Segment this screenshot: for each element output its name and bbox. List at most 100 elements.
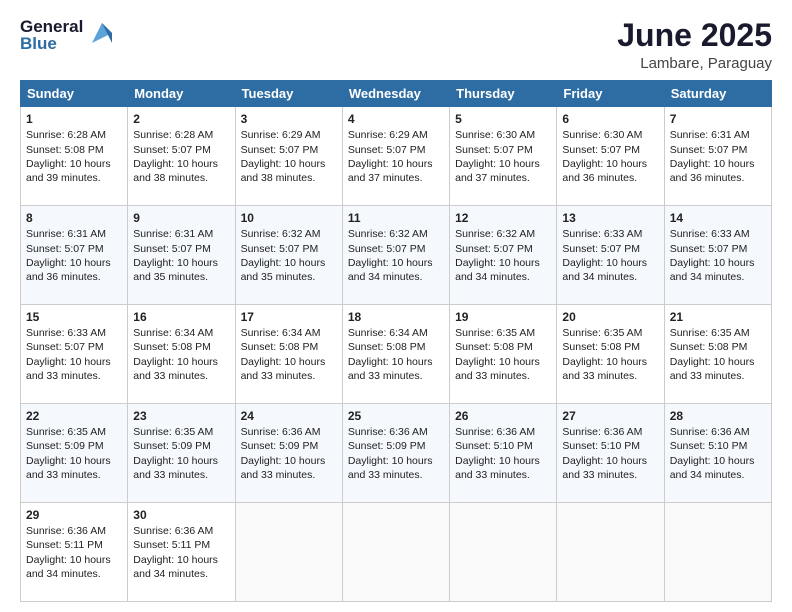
table-row: 29Sunrise: 6:36 AMSunset: 5:11 PMDayligh… bbox=[21, 503, 128, 602]
day-info: Daylight: 10 hours bbox=[133, 356, 218, 368]
day-number: 18 bbox=[348, 309, 444, 325]
day-number: 15 bbox=[26, 309, 122, 325]
day-info: and 34 minutes. bbox=[26, 568, 101, 580]
day-info: Daylight: 10 hours bbox=[562, 257, 647, 269]
day-info: Sunrise: 6:32 AM bbox=[241, 228, 321, 240]
day-info: Daylight: 10 hours bbox=[133, 257, 218, 269]
day-info: Sunrise: 6:33 AM bbox=[670, 228, 750, 240]
calendar-week-row: 8Sunrise: 6:31 AMSunset: 5:07 PMDaylight… bbox=[21, 206, 772, 305]
day-info: Sunset: 5:08 PM bbox=[670, 341, 748, 353]
day-info: Sunrise: 6:35 AM bbox=[670, 327, 750, 339]
day-info: Sunset: 5:07 PM bbox=[670, 144, 748, 156]
day-info: Daylight: 10 hours bbox=[670, 257, 755, 269]
day-info: Sunrise: 6:33 AM bbox=[26, 327, 106, 339]
col-thursday: Thursday bbox=[450, 81, 557, 107]
table-row: 21Sunrise: 6:35 AMSunset: 5:08 PMDayligh… bbox=[664, 305, 771, 404]
day-info: Sunrise: 6:36 AM bbox=[670, 426, 750, 438]
day-number: 13 bbox=[562, 210, 658, 226]
day-info: Daylight: 10 hours bbox=[241, 158, 326, 170]
day-info: Sunrise: 6:35 AM bbox=[26, 426, 106, 438]
day-number: 8 bbox=[26, 210, 122, 226]
table-row: 16Sunrise: 6:34 AMSunset: 5:08 PMDayligh… bbox=[128, 305, 235, 404]
calendar-body: 1Sunrise: 6:28 AMSunset: 5:08 PMDaylight… bbox=[21, 107, 772, 602]
day-info: Daylight: 10 hours bbox=[562, 158, 647, 170]
day-info: Sunset: 5:07 PM bbox=[241, 144, 319, 156]
page: General Blue June 2025 Lambare, Paraguay… bbox=[0, 0, 792, 612]
table-row: 27Sunrise: 6:36 AMSunset: 5:10 PMDayligh… bbox=[557, 404, 664, 503]
day-info: Sunrise: 6:35 AM bbox=[455, 327, 535, 339]
day-info: Sunset: 5:10 PM bbox=[455, 440, 533, 452]
day-info: Daylight: 10 hours bbox=[241, 455, 326, 467]
day-number: 27 bbox=[562, 408, 658, 424]
day-info: Sunset: 5:08 PM bbox=[348, 341, 426, 353]
table-row bbox=[342, 503, 449, 602]
table-row: 11Sunrise: 6:32 AMSunset: 5:07 PMDayligh… bbox=[342, 206, 449, 305]
day-info: and 34 minutes. bbox=[133, 568, 208, 580]
day-info: and 34 minutes. bbox=[670, 469, 745, 481]
table-row: 1Sunrise: 6:28 AMSunset: 5:08 PMDaylight… bbox=[21, 107, 128, 206]
day-number: 5 bbox=[455, 111, 551, 127]
table-row bbox=[235, 503, 342, 602]
day-info: Sunset: 5:07 PM bbox=[562, 144, 640, 156]
col-sunday: Sunday bbox=[21, 81, 128, 107]
day-number: 6 bbox=[562, 111, 658, 127]
day-info: and 33 minutes. bbox=[562, 370, 637, 382]
day-number: 20 bbox=[562, 309, 658, 325]
table-row: 7Sunrise: 6:31 AMSunset: 5:07 PMDaylight… bbox=[664, 107, 771, 206]
table-row bbox=[557, 503, 664, 602]
day-info: and 36 minutes. bbox=[670, 172, 745, 184]
day-info: and 34 minutes. bbox=[562, 271, 637, 283]
day-info: Daylight: 10 hours bbox=[26, 455, 111, 467]
table-row: 8Sunrise: 6:31 AMSunset: 5:07 PMDaylight… bbox=[21, 206, 128, 305]
day-info: Daylight: 10 hours bbox=[348, 158, 433, 170]
day-number: 14 bbox=[670, 210, 766, 226]
day-info: Sunset: 5:07 PM bbox=[133, 144, 211, 156]
day-info: Sunset: 5:10 PM bbox=[562, 440, 640, 452]
day-info: Sunrise: 6:36 AM bbox=[26, 525, 106, 537]
day-info: Sunset: 5:07 PM bbox=[26, 243, 104, 255]
day-info: and 35 minutes. bbox=[133, 271, 208, 283]
day-info: Daylight: 10 hours bbox=[348, 356, 433, 368]
day-info: Sunset: 5:07 PM bbox=[133, 243, 211, 255]
day-info: and 36 minutes. bbox=[562, 172, 637, 184]
day-info: Sunrise: 6:36 AM bbox=[241, 426, 321, 438]
day-info: Daylight: 10 hours bbox=[241, 257, 326, 269]
calendar-table: Sunday Monday Tuesday Wednesday Thursday… bbox=[20, 80, 772, 602]
logo-general: General bbox=[20, 18, 83, 35]
day-number: 22 bbox=[26, 408, 122, 424]
day-info: Daylight: 10 hours bbox=[455, 158, 540, 170]
title-block: June 2025 Lambare, Paraguay bbox=[617, 18, 772, 72]
table-row: 23Sunrise: 6:35 AMSunset: 5:09 PMDayligh… bbox=[128, 404, 235, 503]
table-row: 26Sunrise: 6:36 AMSunset: 5:10 PMDayligh… bbox=[450, 404, 557, 503]
calendar-week-row: 1Sunrise: 6:28 AMSunset: 5:08 PMDaylight… bbox=[21, 107, 772, 206]
day-info: and 37 minutes. bbox=[455, 172, 530, 184]
day-info: and 33 minutes. bbox=[562, 469, 637, 481]
day-info: Daylight: 10 hours bbox=[26, 257, 111, 269]
day-info: Sunrise: 6:34 AM bbox=[133, 327, 213, 339]
day-info: and 34 minutes. bbox=[348, 271, 423, 283]
day-info: and 33 minutes. bbox=[26, 469, 101, 481]
day-info: and 33 minutes. bbox=[455, 370, 530, 382]
table-row: 5Sunrise: 6:30 AMSunset: 5:07 PMDaylight… bbox=[450, 107, 557, 206]
table-row: 4Sunrise: 6:29 AMSunset: 5:07 PMDaylight… bbox=[342, 107, 449, 206]
day-info: Sunset: 5:08 PM bbox=[26, 144, 104, 156]
day-info: Daylight: 10 hours bbox=[562, 356, 647, 368]
day-info: Sunset: 5:10 PM bbox=[670, 440, 748, 452]
table-row: 15Sunrise: 6:33 AMSunset: 5:07 PMDayligh… bbox=[21, 305, 128, 404]
day-info: Daylight: 10 hours bbox=[670, 356, 755, 368]
day-info: Sunset: 5:07 PM bbox=[241, 243, 319, 255]
day-info: Sunset: 5:07 PM bbox=[670, 243, 748, 255]
day-info: Sunrise: 6:30 AM bbox=[455, 129, 535, 141]
table-row: 25Sunrise: 6:36 AMSunset: 5:09 PMDayligh… bbox=[342, 404, 449, 503]
day-info: Daylight: 10 hours bbox=[241, 356, 326, 368]
location: Lambare, Paraguay bbox=[617, 55, 772, 72]
day-info: Sunrise: 6:32 AM bbox=[455, 228, 535, 240]
col-tuesday: Tuesday bbox=[235, 81, 342, 107]
day-info: and 33 minutes. bbox=[348, 370, 423, 382]
day-info: and 33 minutes. bbox=[241, 370, 316, 382]
day-info: Sunrise: 6:29 AM bbox=[241, 129, 321, 141]
day-info: Sunrise: 6:36 AM bbox=[133, 525, 213, 537]
day-info: Sunset: 5:07 PM bbox=[26, 341, 104, 353]
day-info: Sunrise: 6:35 AM bbox=[562, 327, 642, 339]
col-friday: Friday bbox=[557, 81, 664, 107]
